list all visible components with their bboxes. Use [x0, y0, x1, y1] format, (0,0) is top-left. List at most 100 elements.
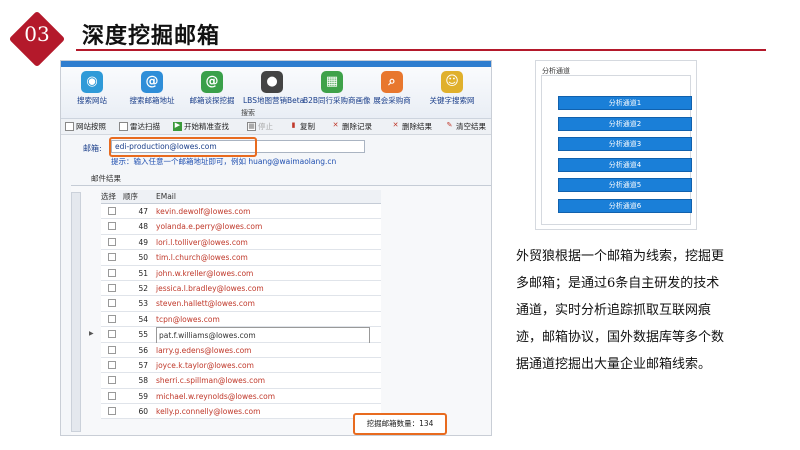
- stop-button[interactable]: ■ 停止: [247, 121, 273, 132]
- copy-icon: ▮: [291, 121, 296, 129]
- row-email: larry.g.edens@lowes.com: [156, 345, 252, 355]
- row-checkbox[interactable]: [108, 376, 116, 385]
- row-select-cell: [101, 373, 123, 387]
- title-divider: [76, 49, 766, 51]
- table-row[interactable]: 48 yolanda.e.perry@lowes.com: [101, 219, 381, 235]
- table-row[interactable]: 47 kevin.dewolf@lowes.com: [101, 204, 381, 220]
- analysis-channel-button-5[interactable]: 分析通道5: [558, 178, 692, 192]
- delete-icon: ✕: [332, 121, 339, 129]
- column-header-email[interactable]: EMail: [153, 190, 381, 203]
- row-order: 55: [138, 330, 148, 340]
- row-email: john.w.kreller@lowes.com: [156, 268, 254, 278]
- action-toolbar: 网站按照 雷达扫描 ▶ 开始精准查找 ■ 停止 ▮ 复制 ✕ 删除记录 ✕ 删除结果 ✎ 清…: [61, 119, 491, 135]
- row-checkbox[interactable]: [108, 330, 116, 339]
- site-filter-checkbox[interactable]: 网站按照: [65, 121, 106, 132]
- ribbon-item-label: LBS地图营销Beta: [243, 96, 305, 105]
- row-order: 50: [138, 253, 148, 263]
- row-select-cell: [101, 204, 123, 218]
- row-checkbox[interactable]: [108, 283, 116, 292]
- table-row[interactable]: ▶ 55 pat.f.williams@lowes.com: [89, 327, 381, 345]
- table-row[interactable]: 49 lori.l.tolliver@lowes.com: [101, 234, 381, 251]
- ribbon-item-6[interactable]: ☺ 关键字搜索网: [423, 71, 481, 106]
- row-order: 59: [138, 391, 148, 401]
- row-select-cell: [101, 312, 123, 326]
- table-row[interactable]: 54 tcpn@lowes.com: [101, 311, 381, 328]
- row-order: 51: [138, 268, 148, 278]
- row-checkbox[interactable]: [108, 345, 116, 354]
- search-icon: ⌕: [381, 71, 403, 93]
- table-row[interactable]: 56 larry.g.edens@lowes.com: [101, 342, 381, 358]
- face-icon: ☺: [441, 71, 463, 93]
- analysis-channel-button-1[interactable]: 分析通道1: [558, 96, 692, 110]
- email-label: 邮箱:: [83, 144, 102, 153]
- table-row[interactable]: 58 sherri.c.spillman@lowes.com: [101, 373, 381, 389]
- ribbon-item-2[interactable]: @ 邮箱谈探挖掘: [183, 71, 241, 106]
- start-search-button[interactable]: ▶ 开始精准查找: [173, 121, 229, 132]
- copy-button[interactable]: ▮ 复制: [289, 121, 315, 132]
- row-order: 48: [138, 222, 148, 232]
- row-email: tcpn@lowes.com: [156, 314, 220, 324]
- row-email: tim.l.church@lowes.com: [156, 253, 248, 263]
- ribbon-item-label: 关键字搜索网: [429, 96, 475, 105]
- row-select-cell: [101, 296, 123, 310]
- eraser-icon: ✎: [446, 121, 453, 129]
- input-hint: 提示：输入任意一个邮箱地址即可，例如 huang@waimaolang.cn: [111, 157, 337, 166]
- row-checkbox[interactable]: [108, 314, 116, 323]
- row-email: kevin.dewolf@lowes.com: [156, 207, 251, 216]
- page-title: 深度挖掘邮箱: [82, 23, 221, 49]
- table-row[interactable]: 50 tim.l.church@lowes.com: [101, 250, 381, 266]
- row-checkbox[interactable]: [108, 253, 116, 262]
- row-email: jessica.l.bradley@lowes.com: [156, 283, 264, 293]
- row-order: 54: [138, 314, 148, 324]
- table-row[interactable]: 52 jessica.l.bradley@lowes.com: [101, 280, 381, 297]
- row-checkbox[interactable]: [108, 407, 116, 416]
- analysis-channel-button-4[interactable]: 分析通道4: [558, 157, 692, 172]
- row-checkbox[interactable]: [108, 360, 116, 369]
- row-select-cell: [101, 235, 123, 249]
- ribbon-item-1[interactable]: @ 搜索邮箱地址: [123, 71, 181, 106]
- column-header-order[interactable]: 顺序: [123, 190, 151, 203]
- analysis-channel-button-2[interactable]: 分析通道2: [558, 116, 692, 131]
- row-order: 58: [138, 376, 148, 386]
- ribbon-group-label: 搜索: [241, 109, 255, 117]
- clear-result-button[interactable]: ✎ 清空结果: [445, 121, 486, 132]
- row-order: 47: [138, 207, 148, 216]
- table-row[interactable]: 53 steven.hallett@lowes.com: [101, 296, 381, 312]
- stop-icon: ■: [247, 122, 256, 131]
- ribbon-item-3[interactable]: ● LBS地图营销Beta: [243, 71, 305, 106]
- analysis-channel-button-6[interactable]: 分析通道6: [558, 198, 692, 213]
- row-order: 60: [138, 407, 148, 417]
- row-checkbox[interactable]: [108, 237, 116, 246]
- column-header-select[interactable]: 选择: [101, 190, 123, 203]
- tab-email-results[interactable]: 邮件结果: [91, 173, 121, 184]
- delete-record-button[interactable]: ✕ 删除记录: [331, 121, 372, 132]
- vertical-scrollbar[interactable]: [71, 192, 81, 432]
- row-select-cell: [101, 266, 123, 280]
- row-checkbox[interactable]: [108, 299, 116, 308]
- ribbon-item-4[interactable]: ▦ B2B同行采购商画像: [303, 71, 371, 106]
- table-row[interactable]: 57 joyce.k.taylor@lowes.com: [101, 357, 381, 374]
- table-row[interactable]: 51 john.w.kreller@lowes.com: [101, 265, 381, 281]
- delete-result-button[interactable]: ✕ 删除结果: [391, 121, 432, 132]
- globe-icon: ◉: [81, 71, 103, 93]
- row-email: yolanda.e.perry@lowes.com: [156, 222, 263, 232]
- row-checkbox[interactable]: [108, 222, 116, 231]
- ribbon-item-label: 搜索邮箱地址: [129, 96, 175, 105]
- row-checkbox[interactable]: [108, 207, 116, 215]
- ribbon-item-0[interactable]: ◉ 搜索网站: [63, 71, 121, 106]
- channel-list: 分析通道1 分析通道2 分析通道3 分析通道4 分析通道5 分析通道6: [541, 75, 692, 225]
- email-mining-app-window: ◉ 搜索网站 @ 搜索邮箱地址 @ 邮箱谈探挖掘 ● LBS地图营销Beta ▦ B2B同行采购商…: [60, 60, 492, 436]
- row-pointer-icon: ▶: [89, 330, 94, 338]
- ribbon-item-5[interactable]: ⌕ 展会采购商: [363, 71, 421, 106]
- analysis-channel-button-3[interactable]: 分析通道3: [558, 137, 692, 151]
- row-select-cell: [101, 281, 123, 295]
- ribbon-item-label: 展会采购商: [373, 96, 411, 105]
- table-row[interactable]: 60 kelly.p.connelly@lowes.com: [101, 404, 381, 420]
- row-checkbox[interactable]: [108, 391, 116, 400]
- mined-email-count: 挖掘邮箱数量：134: [353, 413, 447, 435]
- row-select-cell: [101, 250, 123, 264]
- table-row[interactable]: 59 michael.w.reynolds@lowes.com: [101, 388, 381, 405]
- ribbon-item-label: B2B同行采购商画像: [303, 96, 371, 105]
- row-checkbox[interactable]: [108, 268, 116, 277]
- multi-scan-checkbox[interactable]: 雷达扫描: [119, 121, 160, 132]
